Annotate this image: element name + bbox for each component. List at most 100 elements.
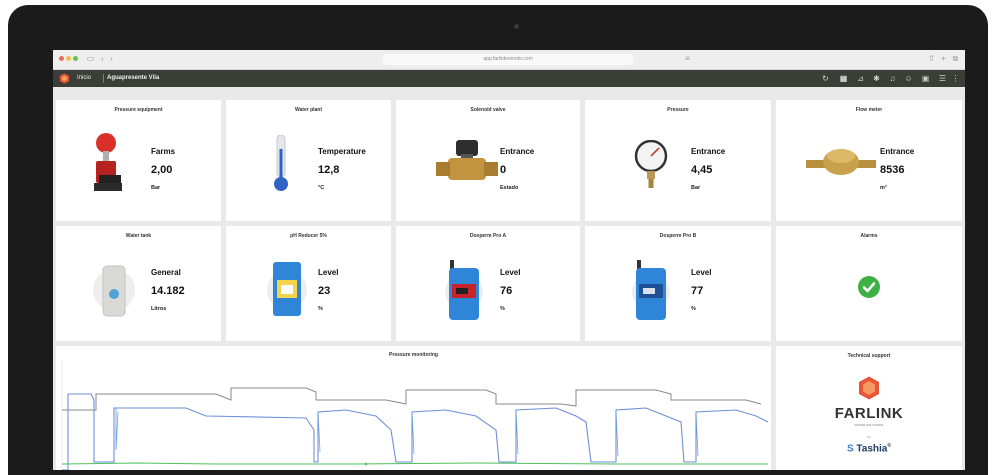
refresh-icon[interactable]: ↻ bbox=[821, 74, 830, 83]
reading-label: Level bbox=[318, 268, 339, 277]
card-water-tank[interactable]: Water tank General 14.182 Litros bbox=[56, 226, 221, 341]
camera-dot bbox=[514, 24, 519, 29]
reading-label: Temperature bbox=[318, 147, 366, 156]
share-icon[interactable]: ⇧ bbox=[927, 54, 936, 63]
nav-divider bbox=[103, 74, 104, 83]
reading-value: 2,00 bbox=[151, 164, 173, 176]
water-meter-icon bbox=[806, 149, 876, 175]
card-flow-meter[interactable]: Flow meter Entrance 8536 m³ bbox=[776, 100, 962, 221]
add-tab-icon[interactable]: + bbox=[939, 54, 948, 63]
reading-unit: % bbox=[500, 306, 505, 312]
reading-unit: °C bbox=[318, 185, 325, 191]
card-title: Pressure bbox=[667, 107, 689, 113]
close-window-icon[interactable] bbox=[59, 56, 64, 61]
card-dosperm-pro-b[interactable]: Dosperm Pro B Level 77 % bbox=[585, 226, 771, 341]
card-dosperm-pro-a[interactable]: Dosperm Pro A Level 76 % bbox=[396, 226, 580, 341]
reading-label: General bbox=[151, 268, 181, 277]
chemical-drum-icon bbox=[267, 262, 307, 316]
card-title: Pressure equipment bbox=[114, 107, 163, 113]
address-bar[interactable]: app.farlinkremote.com bbox=[383, 54, 633, 65]
solenoid-valve-icon bbox=[436, 140, 498, 180]
nav-site-link[interactable]: Aguapresente Vila bbox=[107, 70, 159, 87]
card-ph-reducer[interactable]: pH Reducer 5% Level 23 % bbox=[226, 226, 391, 341]
card-title: Alarms bbox=[860, 233, 878, 239]
card-title: Dosperm Pro A bbox=[469, 233, 507, 239]
card-alarms[interactable]: Alarms bbox=[776, 226, 962, 341]
maximize-window-icon[interactable] bbox=[73, 56, 78, 61]
reading-label: Entrance bbox=[880, 147, 915, 156]
card-title: Water plant bbox=[294, 107, 323, 113]
reading-value: 12,8 bbox=[318, 164, 340, 176]
dashboard-icon[interactable]: ▦ bbox=[839, 74, 848, 83]
reading-value: 14.182 bbox=[151, 285, 185, 297]
reading-label: Level bbox=[500, 268, 521, 277]
series-gray-line bbox=[62, 387, 762, 411]
reading-label: Entrance bbox=[691, 147, 726, 156]
reading-value: 4,45 bbox=[691, 164, 713, 176]
settings-icon[interactable]: ✱ bbox=[872, 74, 881, 83]
tashia-wordmark[interactable]: S Tashia® bbox=[776, 443, 962, 454]
farlink-hex-logo-icon bbox=[859, 376, 879, 400]
dosing-pump-icon bbox=[632, 260, 670, 320]
browser-chrome: ▭ ‹ › app.farlinkremote.com ≡ ⇧ + ⧉ bbox=[53, 50, 965, 70]
reader-icon[interactable]: ≡ bbox=[683, 54, 692, 63]
water-tank-icon bbox=[93, 265, 135, 317]
card-title: Dosperm Pro B bbox=[659, 233, 697, 239]
reading-value: 0 bbox=[500, 164, 507, 176]
card-water-plant[interactable]: Water plant Temperature 12,8 °C bbox=[226, 100, 391, 221]
support-title: Technical support bbox=[847, 353, 891, 359]
more-icon[interactable]: ⋮ bbox=[951, 74, 960, 83]
menu-icon[interactable]: ☰ bbox=[938, 74, 947, 83]
pressure-pump-icon bbox=[94, 133, 122, 191]
back-icon[interactable]: ‹ bbox=[98, 54, 107, 63]
calendar-icon[interactable]: ▣ bbox=[921, 74, 930, 83]
tashia-s-icon: S bbox=[846, 443, 857, 455]
alarm-bell-icon[interactable]: ♫ bbox=[888, 74, 897, 83]
dosing-pump-icon bbox=[445, 260, 483, 320]
forward-icon[interactable]: › bbox=[107, 54, 116, 63]
card-title: Flow meter bbox=[855, 107, 883, 113]
reading-unit: % bbox=[318, 306, 323, 312]
tashia-registered-mark: ® bbox=[887, 443, 892, 449]
reading-unit: % bbox=[691, 306, 696, 312]
chart-title: Pressure monitoring bbox=[389, 352, 438, 358]
tabs-overview-icon[interactable]: ⧉ bbox=[951, 54, 960, 63]
chart-icon[interactable]: ⊿ bbox=[856, 74, 865, 83]
farlink-wordmark[interactable]: FARLINK bbox=[776, 405, 962, 422]
reading-value: 76 bbox=[500, 285, 513, 297]
reading-value: 23 bbox=[318, 285, 331, 297]
screen: ▭ ‹ › app.farlinkremote.com ≡ ⇧ + ⧉ Inic… bbox=[53, 50, 965, 470]
card-pressure-equipment[interactable]: Pressure equipment Farms 2,00 Bar bbox=[56, 100, 221, 221]
tashia-name: Tashia bbox=[856, 443, 888, 455]
app-header: Inicio Aguapresente Vila ↻ ▦ ⊿ ✱ ♫ ☺ ▣ ☰… bbox=[53, 70, 965, 87]
card-title: Water tank bbox=[125, 233, 152, 239]
reading-unit: m³ bbox=[880, 185, 887, 191]
nav-home-link[interactable]: Inicio bbox=[77, 70, 91, 87]
sidebar-toggle-icon[interactable]: ▭ bbox=[86, 54, 95, 63]
technical-support-panel[interactable]: Technical support FARLINK WATER SOLUTION… bbox=[776, 346, 962, 470]
reading-value: 8536 bbox=[880, 164, 905, 176]
farlink-tagline: WATER SOLUTIONS bbox=[854, 423, 884, 427]
reading-label: Entrance bbox=[500, 147, 535, 156]
minimize-window-icon[interactable] bbox=[66, 56, 71, 61]
reading-unit: Bar bbox=[151, 185, 161, 191]
reading-unit: Bar bbox=[691, 185, 701, 191]
by-label: by bbox=[867, 435, 871, 439]
card-solenoid-valve[interactable]: Solenoid valve Entrance 0 Estado bbox=[396, 100, 580, 221]
user-icon[interactable]: ☺ bbox=[904, 74, 913, 83]
series-green-marker bbox=[364, 462, 368, 466]
pressure-monitoring-chart bbox=[61, 360, 769, 470]
reading-label: Level bbox=[691, 268, 712, 277]
series-blue-line bbox=[62, 393, 769, 470]
pressure-monitoring-panel[interactable]: Pressure monitoring bbox=[56, 346, 771, 470]
reading-value: 77 bbox=[691, 285, 704, 297]
farlink-logo-icon[interactable] bbox=[59, 73, 70, 84]
card-title: pH Reducer 5% bbox=[290, 233, 327, 239]
card-pressure[interactable]: Pressure Entrance 4,45 Bar bbox=[585, 100, 771, 221]
reading-unit: Estado bbox=[500, 185, 519, 191]
thermometer-icon bbox=[274, 135, 288, 191]
check-circle-icon bbox=[858, 276, 880, 298]
reading-label: Farms bbox=[151, 147, 176, 156]
manometer-icon bbox=[634, 140, 668, 188]
card-title: Solenoid valve bbox=[470, 107, 506, 113]
